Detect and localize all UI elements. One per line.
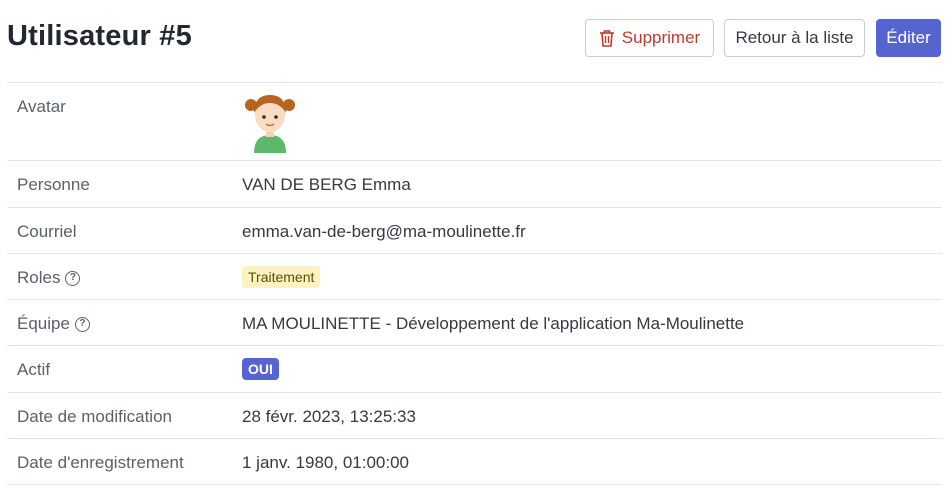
avatar-label: Avatar [17, 97, 66, 116]
detail-row-team: Équipe ? MA MOULINETTE - Développement d… [7, 300, 942, 346]
question-circle-icon[interactable]: ? [74, 316, 90, 332]
delete-button-label: Supprimer [621, 28, 701, 47]
detail-row-registered: Date d'enregistrement 1 janv. 1980, 01:0… [7, 439, 942, 485]
active-status-badge: OUI [242, 358, 279, 380]
role-badge: Traitement [242, 266, 321, 288]
detail-row-person: Personne VAN DE BERG Emma [7, 161, 942, 208]
trash-icon [599, 30, 614, 47]
active-label: Actif [17, 360, 51, 379]
detail-row-modified: Date de modification 28 févr. 2023, 13:2… [7, 393, 942, 439]
modified-value: 28 févr. 2023, 13:25:33 [242, 407, 416, 426]
team-label: Équipe [17, 314, 70, 333]
question-circle-icon[interactable]: ? [65, 270, 81, 286]
page-title: Utilisateur #5 [7, 20, 192, 52]
email-link[interactable]: emma.van-de-berg@ma-moulinette.fr [242, 222, 526, 242]
detail-row-roles: Roles ? Traitement [7, 254, 942, 300]
edit-button[interactable]: Éditer [876, 19, 941, 57]
modified-label: Date de modification [17, 407, 172, 426]
detail-row-email: Courriel emma.van-de-berg@ma-moulinette.… [7, 208, 942, 254]
person-label: Personne [17, 175, 90, 194]
avatar [242, 91, 298, 158]
back-to-list-label: Retour à la liste [735, 28, 854, 47]
registered-label: Date d'enregistrement [17, 453, 184, 472]
detail-row-active: Actif OUI [7, 346, 942, 393]
email-label: Courriel [17, 222, 77, 241]
person-value: VAN DE BERG Emma [242, 175, 411, 194]
roles-label-group: Roles ? [17, 268, 81, 288]
user-details-table: Avatar Personne VAN DE BERG Emma Courrie… [7, 82, 942, 485]
page-header: Utilisateur #5 Supprimer Retour à la lis… [0, 0, 950, 82]
delete-button[interactable]: Supprimer [585, 19, 714, 57]
edit-button-label: Éditer [886, 28, 931, 47]
back-to-list-button[interactable]: Retour à la liste [724, 19, 865, 57]
team-value: MA MOULINETTE - Développement de l'appli… [242, 314, 745, 333]
roles-label: Roles [17, 268, 61, 287]
roles-value: Traitement [242, 266, 321, 288]
girl-avatar-icon [245, 95, 295, 153]
registered-value: 1 janv. 1980, 01:00:00 [242, 453, 409, 472]
detail-row-avatar: Avatar [7, 83, 942, 161]
team-label-group: Équipe ? [17, 314, 90, 334]
active-value: OUI [242, 358, 279, 380]
